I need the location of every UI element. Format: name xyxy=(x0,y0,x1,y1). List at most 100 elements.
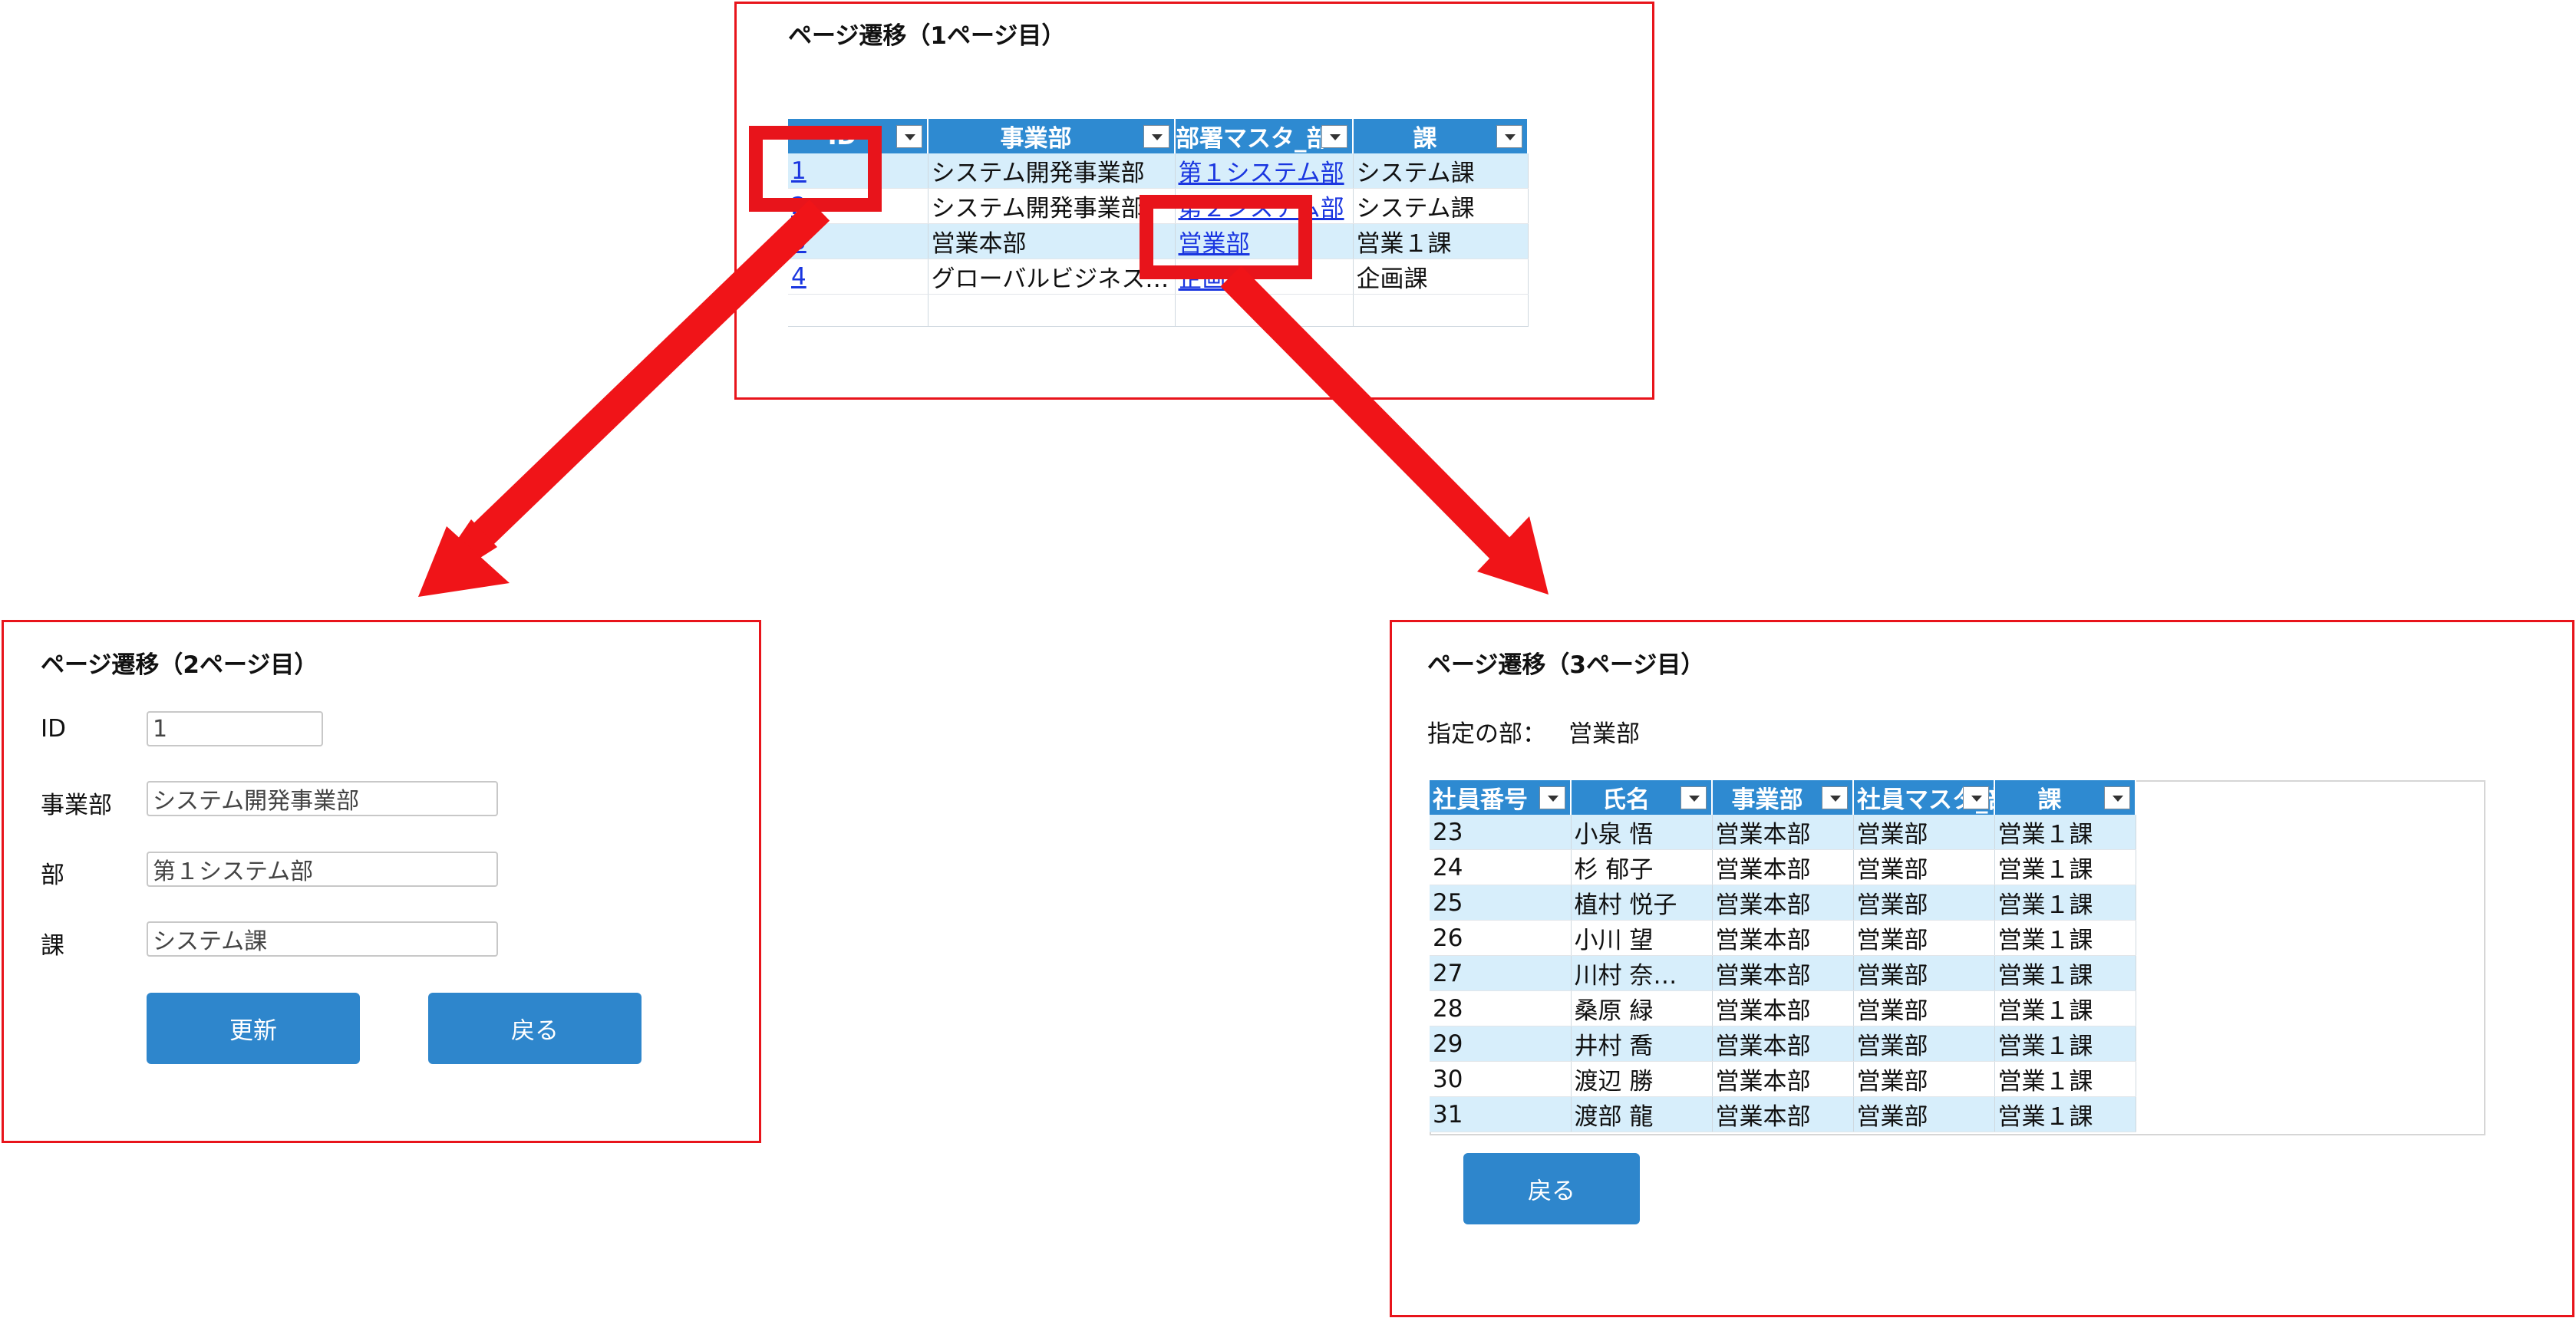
section-cell: 営業１課 xyxy=(1353,223,1529,260)
table-row: 24 杉 郁子 営業本部 営業部 営業１課 xyxy=(1430,849,2136,886)
employee-name-cell: 渡部 龍 xyxy=(1571,1096,1713,1133)
employee-name-cell: 川村 奈… xyxy=(1571,955,1713,992)
division-cell: 営業本部 xyxy=(1712,955,1854,992)
table-row: 29 井村 喬営業本部 営業部 営業１課 xyxy=(1430,1026,2136,1063)
filter-dropdown-icon[interactable] xyxy=(1822,786,1848,809)
table-row: 27 川村 奈… 営業本部 営業部 営業１課 xyxy=(1430,955,2136,992)
employee-no-cell: 23 xyxy=(1430,815,1572,851)
selected-department-value: 営業部 xyxy=(1568,720,1640,748)
section-cell: 営業１課 xyxy=(1994,1026,2136,1063)
employee-name-cell: 井村 喬 xyxy=(1571,1026,1713,1063)
section-cell: システム課 xyxy=(1353,188,1529,225)
department-cell: 営業部 xyxy=(1853,885,1995,921)
filter-dropdown-icon[interactable] xyxy=(1321,125,1347,148)
department-cell: 営業部 xyxy=(1853,1026,1995,1063)
division-cell: 営業本部 xyxy=(1712,990,1854,1027)
division-cell: 営業本部 xyxy=(928,223,1176,260)
column-header-division[interactable]: 事業部 xyxy=(1712,780,1854,815)
column-header-department[interactable]: 社員マスタ_部 xyxy=(1853,780,1995,815)
empty-row xyxy=(788,294,1529,328)
department-field[interactable] xyxy=(147,852,498,887)
division-cell: 営業本部 xyxy=(1712,815,1854,851)
table-row: 1 システム開発事業部 第１システム部 システム課 xyxy=(788,153,1529,189)
back-button[interactable]: 戻る xyxy=(1463,1153,1640,1224)
division-cell: 営業本部 xyxy=(1712,885,1854,921)
column-header-name[interactable]: 氏名 xyxy=(1571,780,1713,815)
employee-grid-container: 社員番号 氏名 事業部 社員マスタ_部 課 23小泉 悟営業本部営業部営業１課2… xyxy=(1430,780,2485,1135)
section-cell: 営業１課 xyxy=(1994,815,2136,851)
employee-no-cell: 29 xyxy=(1430,1026,1572,1063)
department-cell: 営業部 xyxy=(1853,955,1995,992)
employee-no-cell: 27 xyxy=(1430,955,1572,992)
page2-panel: ページ遷移（2ページ目） ID 事業部 部 課 更新 戻る xyxy=(2,620,761,1143)
selected-department-label: 指定の部： xyxy=(1427,720,1546,748)
id-link[interactable]: 4 xyxy=(788,259,928,295)
filter-dropdown-icon[interactable] xyxy=(1539,786,1565,809)
table-row: 23 小泉 悟営業本部 営業部 営業１課 xyxy=(1430,815,2136,851)
section-cell: 営業１課 xyxy=(1994,885,2136,921)
employee-no-cell: 24 xyxy=(1430,849,1572,886)
department-label: 部 xyxy=(41,862,64,889)
employee-no-cell: 28 xyxy=(1430,990,1572,1027)
division-cell: 営業本部 xyxy=(1712,849,1854,886)
id-field[interactable] xyxy=(147,711,323,746)
section-cell: 営業１課 xyxy=(1994,1061,2136,1098)
highlight-id-cell xyxy=(749,126,882,212)
section-cell: システム課 xyxy=(1353,153,1529,189)
back-button[interactable]: 戻る xyxy=(428,993,642,1064)
employee-name-cell: 小泉 悟 xyxy=(1571,815,1713,851)
column-header-employee-no[interactable]: 社員番号 xyxy=(1430,780,1572,815)
table-row: 25 植村 悦子 営業本部 営業部 営業１課 xyxy=(1430,885,2136,921)
highlight-department-cell xyxy=(1140,195,1312,279)
id-link[interactable]: 3 xyxy=(788,223,928,260)
filter-dropdown-icon[interactable] xyxy=(1681,786,1707,809)
column-header-division[interactable]: 事業部 xyxy=(928,119,1176,153)
section-cell: 企画課 xyxy=(1353,259,1529,295)
page2-title: ページ遷移（2ページ目） xyxy=(41,651,318,679)
employee-no-cell: 25 xyxy=(1430,885,1572,921)
column-header-section[interactable]: 課 xyxy=(1353,119,1529,153)
division-cell: 営業本部 xyxy=(1712,1026,1854,1063)
department-cell: 営業部 xyxy=(1853,849,1995,886)
department-link[interactable]: 第１システム部 xyxy=(1175,153,1354,189)
department-cell: 営業部 xyxy=(1853,990,1995,1027)
division-cell: 営業本部 xyxy=(1712,1061,1854,1098)
department-cell: 営業部 xyxy=(1853,1096,1995,1133)
employee-name-cell: 植村 悦子 xyxy=(1571,885,1713,921)
page1-title: ページ遷移（1ページ目） xyxy=(788,22,1066,50)
division-cell: システム開発事業部 xyxy=(928,188,1176,225)
page3-title: ページ遷移（3ページ目） xyxy=(1427,651,1705,679)
employee-grid: 社員番号 氏名 事業部 社員マスタ_部 課 23小泉 悟営業本部営業部営業１課2… xyxy=(1430,780,2136,1133)
section-label: 課 xyxy=(41,932,64,960)
division-cell: 営業本部 xyxy=(1712,920,1854,957)
section-cell: 営業１課 xyxy=(1994,920,2136,957)
section-field[interactable] xyxy=(147,921,498,957)
division-cell: システム開発事業部 xyxy=(928,153,1176,189)
employee-no-cell: 30 xyxy=(1430,1061,1572,1098)
division-cell: 営業本部 xyxy=(1712,1096,1854,1133)
section-cell: 営業１課 xyxy=(1994,849,2136,886)
section-cell: 営業１課 xyxy=(1994,990,2136,1027)
filter-dropdown-icon[interactable] xyxy=(896,125,922,148)
division-label: 事業部 xyxy=(41,792,112,819)
employee-name-cell: 杉 郁子 xyxy=(1571,849,1713,886)
department-cell: 営業部 xyxy=(1853,1061,1995,1098)
id-label: ID xyxy=(41,715,67,743)
filter-dropdown-icon[interactable] xyxy=(2104,786,2130,809)
department-cell: 営業部 xyxy=(1853,920,1995,957)
department-cell: 営業部 xyxy=(1853,815,1995,851)
filter-dropdown-icon[interactable] xyxy=(1963,786,1989,809)
employee-name-cell: 桑原 緑 xyxy=(1571,990,1713,1027)
division-field[interactable] xyxy=(147,781,498,816)
filter-dropdown-icon[interactable] xyxy=(1496,125,1522,148)
update-button[interactable]: 更新 xyxy=(147,993,360,1064)
column-header-department[interactable]: 部署マスタ_部 xyxy=(1175,119,1354,153)
employee-no-cell: 31 xyxy=(1430,1096,1572,1133)
section-cell: 営業１課 xyxy=(1994,1096,2136,1133)
page3-panel: ページ遷移（3ページ目） 指定の部： 営業部 社員番号 氏名 事業部 社員マスタ… xyxy=(1390,620,2574,1317)
filter-dropdown-icon[interactable] xyxy=(1143,125,1169,148)
column-header-section[interactable]: 課 xyxy=(1994,780,2136,815)
table-row: 30 渡辺 勝営業本部 営業部 営業１課 xyxy=(1430,1061,2136,1098)
employee-name-cell: 渡辺 勝 xyxy=(1571,1061,1713,1098)
employee-name-cell: 小川 望 xyxy=(1571,920,1713,957)
